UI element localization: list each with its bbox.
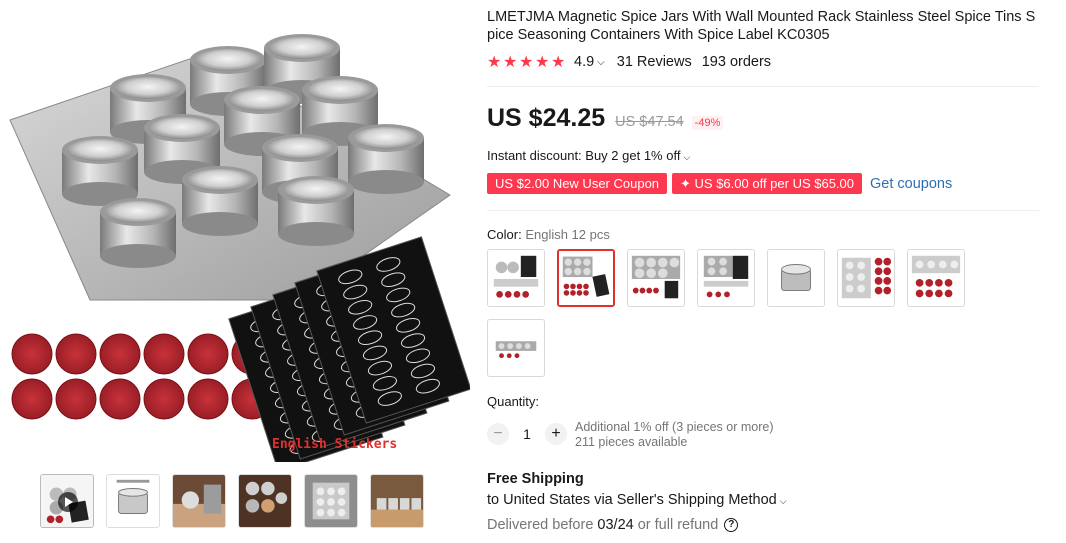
thumbnail-kitchen-3[interactable] [370,474,424,528]
adhesive-dot [143,333,185,375]
thumbnail-fridge[interactable] [304,474,358,528]
new-user-coupon[interactable]: US $2.00 New User Coupon [487,173,668,194]
color-swatch[interactable] [697,249,755,307]
quantity-label: Quantity: [487,394,540,409]
quantity-note: Additional 1% off (3 pieces or more) 211… [575,420,773,450]
spice-jar [348,124,424,194]
spice-jar [182,166,258,236]
store-coupon[interactable]: ✦ US $6.00 off per US $65.00 [672,173,863,194]
star-icon: ★ [551,53,566,71]
divider [487,86,1039,87]
color-swatches [487,249,987,377]
thumbnail-video[interactable] [40,474,94,528]
chevron-down-icon[interactable]: ⌵ [597,57,605,68]
delivery-prefix: Delivered before [487,517,594,533]
play-icon [58,492,78,512]
plus-button[interactable]: + [545,423,567,445]
color-swatch[interactable] [907,249,965,307]
quantity-input[interactable]: 1 [509,426,545,442]
color-swatch[interactable] [487,319,545,377]
delivery-info: Delivered before 03/24 or full refund ? [487,517,739,533]
bulk-discount-note: Additional 1% off (3 pieces or more) [575,420,774,434]
instant-discount-text: Instant discount: Buy 2 get 1% off [487,148,681,163]
main-product-image[interactable] [0,0,470,462]
sticker-caption: English Stickers [272,437,398,452]
chevron-down-icon: ⌵ [779,496,787,506]
spice-jar [62,136,138,206]
shipping-method-text: to United States via Seller's Shipping M… [487,492,777,508]
quantity-stepper: − 1 + [487,423,567,445]
star-icon: ★ [519,53,534,71]
adhesive-dot [99,378,141,420]
reviews-link[interactable]: 31 Reviews [617,54,692,70]
shipping-title: Free Shipping [487,471,584,487]
shipping-method[interactable]: to United States via Seller's Shipping M… [487,492,799,508]
star-icon: ★ [535,53,550,71]
help-icon[interactable]: ? [724,518,739,532]
orders-count: 193 orders [701,54,772,70]
adhesive-dot [11,333,53,375]
color-swatch[interactable] [767,249,825,307]
thumbnail-kitchen-1[interactable] [172,474,226,528]
thumbnail-jar-diagram[interactable] [106,474,160,528]
discount-badge: -49% [691,116,724,130]
divider [487,210,1039,211]
adhesive-dot [99,333,141,375]
refund-text: or full refund [637,517,719,533]
minus-button[interactable]: − [487,423,509,445]
adhesive-dot [11,378,53,420]
stock-available: 211 pieces available [575,435,688,449]
product-title: LMETJMA Magnetic Spice Jars With Wall Mo… [487,9,1036,43]
star-icon: ★ [487,53,502,71]
adhesive-dot [187,378,229,420]
color-label: Color: English 12 pcs [487,227,610,242]
get-coupons-link[interactable]: Get coupons [870,176,952,192]
star-rating: ★ ★ ★ ★ ★ [487,53,566,71]
color-swatch[interactable] [627,249,685,307]
adhesive-dot [187,333,229,375]
price-row: US $24.25 US $47.54 -49% [487,104,724,133]
delivery-date: 03/24 [597,517,634,533]
coupon-row: US $2.00 New User Coupon ✦ US $6.00 off … [487,173,952,194]
star-icon: ★ [503,53,518,71]
original-price: US $47.54 [615,114,684,130]
spice-jar [278,176,354,246]
current-price: US $24.25 [487,104,606,132]
thumbnail-strip [40,474,424,528]
spice-jar [100,198,176,268]
instant-discount[interactable]: Instant discount: Buy 2 get 1% off ⌵ [487,148,702,163]
thumbnail-kitchen-2[interactable] [238,474,292,528]
color-selected-value: English 12 pcs [525,227,610,242]
color-label-text: Color: [487,227,522,242]
color-swatch-selected[interactable] [557,249,615,307]
color-swatch[interactable] [837,249,895,307]
adhesive-dot [55,378,97,420]
color-swatch[interactable] [487,249,545,307]
rating-row: ★ ★ ★ ★ ★ 4.9 ⌵ 31 Reviews 193 orders [487,54,771,70]
rating-value[interactable]: 4.9 [574,54,594,70]
adhesive-dot [55,333,97,375]
adhesive-dot [143,378,185,420]
chevron-down-icon: ⌵ [683,152,691,162]
